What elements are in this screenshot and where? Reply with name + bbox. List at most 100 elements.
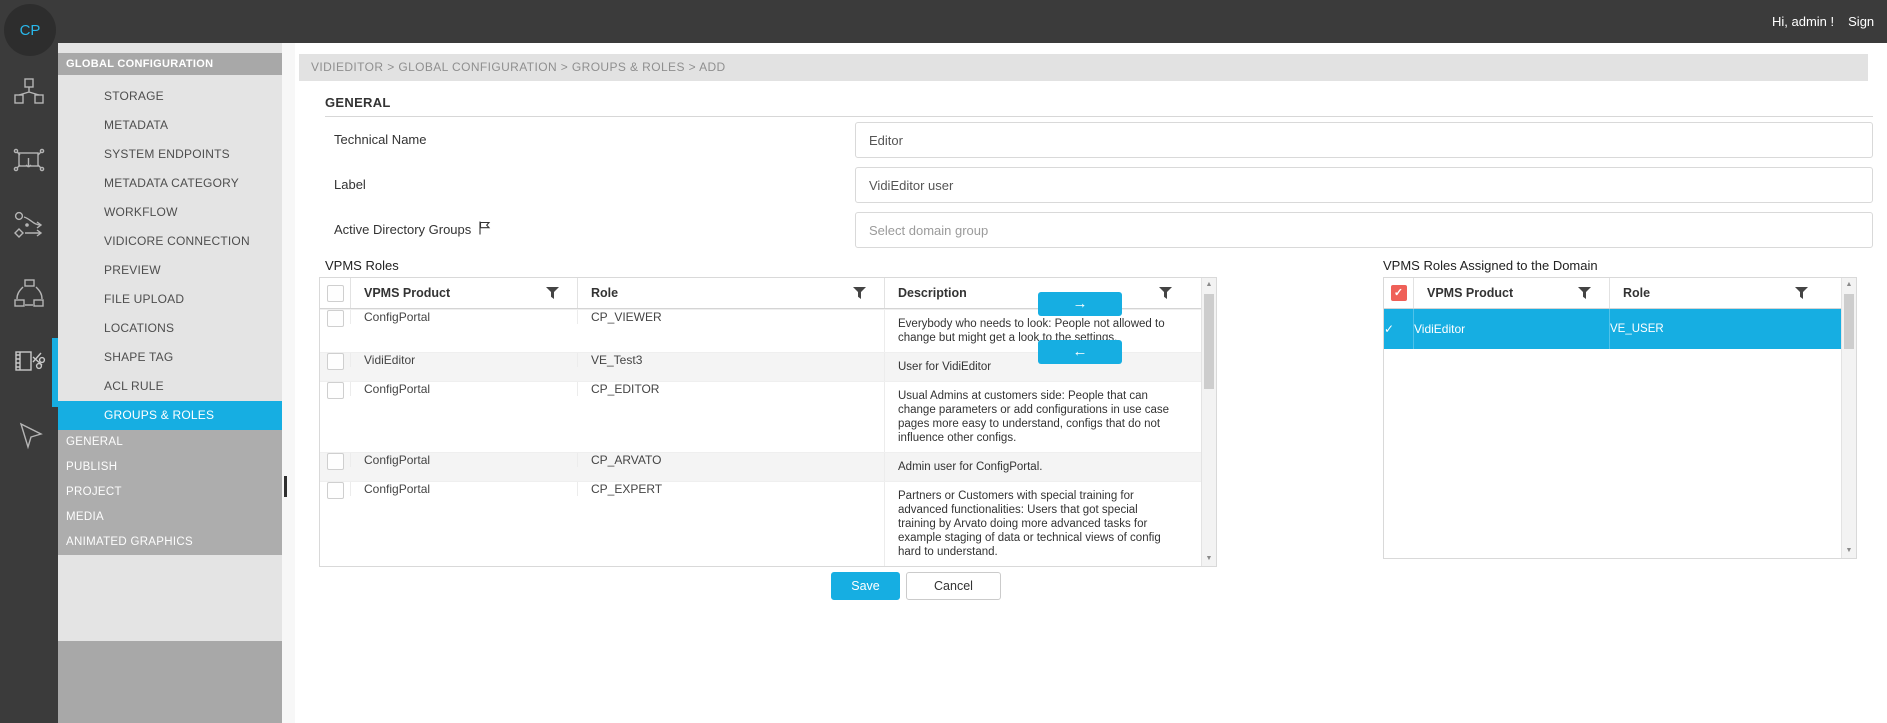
technical-name-label: Technical Name <box>334 131 427 149</box>
column-header-role-text: Role <box>591 286 618 300</box>
breadcrumb: VIDIEDITOR > GLOBAL CONFIGURATION > GROU… <box>299 54 1868 81</box>
nav-items: STORAGE METADATA SYSTEM ENDPOINTS METADA… <box>58 82 282 430</box>
select-all-checkbox-checked[interactable]: ✓ <box>1391 285 1407 301</box>
nav-item-metadata[interactable]: METADATA <box>58 111 282 140</box>
nav-item-workflow[interactable]: WORKFLOW <box>58 198 282 227</box>
unassign-role-button[interactable]: ← <box>1038 340 1122 364</box>
filter-icon[interactable] <box>1578 287 1591 299</box>
nav-item-preview[interactable]: PREVIEW <box>58 256 282 285</box>
nav-item-system-endpoints[interactable]: SYSTEM ENDPOINTS <box>58 140 282 169</box>
row-checkbox[interactable] <box>327 353 344 370</box>
top-bar: Hi, admin !Sign <box>0 0 1887 43</box>
scrollbar-thumb[interactable] <box>1204 294 1214 389</box>
nav-resize-handle[interactable] <box>284 476 287 497</box>
scrollbar-thumb[interactable] <box>1844 294 1854 349</box>
cell-role: VE_Test3 <box>577 353 884 367</box>
filter-icon[interactable] <box>1795 287 1808 299</box>
nav-section-publish[interactable]: PUBLISH <box>58 455 282 480</box>
column-header-vpms-product[interactable]: VPMS Product <box>350 278 577 308</box>
column-header-role[interactable]: Role <box>1609 278 1844 308</box>
panel-edge <box>282 43 295 723</box>
nav-item-metadata-category[interactable]: METADATA CATEGORY <box>58 169 282 198</box>
column-header-vpms-product-text: VPMS Product <box>1427 286 1513 300</box>
cancel-button[interactable]: Cancel <box>906 572 1001 600</box>
nav-sections: GENERAL PUBLISH PROJECT MEDIA ANIMATED G… <box>58 430 282 555</box>
nav-section-animated-graphics[interactable]: ANIMATED GRAPHICS <box>58 530 282 555</box>
icon-rail <box>0 43 58 723</box>
nav-item-acl-rule[interactable]: ACL RULE <box>58 372 282 401</box>
roles-table: VPMS Product Role Description ConfigPort… <box>319 277 1217 567</box>
filter-icon[interactable] <box>1159 287 1172 299</box>
user-area: Hi, admin !Sign <box>1772 0 1887 43</box>
column-header-role-text: Role <box>1623 286 1650 300</box>
nav-item-file-upload[interactable]: FILE UPLOAD <box>58 285 282 314</box>
assign-role-button[interactable]: → <box>1038 292 1122 316</box>
cell-description: Partners or Customers with special train… <box>884 482 1204 566</box>
config-portal-window: Hi, admin !Sign CP PROD INT TRANS DEV <box>0 0 1887 723</box>
media-edit-icon[interactable] <box>12 344 46 383</box>
assigned-table-scrollbar[interactable]: ▲ ▼ <box>1841 278 1856 558</box>
label-label: Label <box>334 176 366 194</box>
app-logo[interactable]: CP <box>4 4 56 56</box>
roles-table-title: VPMS Roles <box>325 258 399 273</box>
modules-icon[interactable] <box>12 76 46 115</box>
scroll-up-icon[interactable]: ▲ <box>1202 278 1216 292</box>
filter-icon[interactable] <box>853 287 866 299</box>
table-row[interactable]: ConfigPortal CP_EDITOR Usual Admins at c… <box>320 381 1216 452</box>
workflow-icon[interactable] <box>12 209 46 248</box>
nav-item-groups-roles[interactable]: GROUPS & ROLES <box>58 401 282 430</box>
cell-product: ConfigPortal <box>350 482 577 496</box>
label-input[interactable] <box>855 167 1873 203</box>
nav-item-locations[interactable]: LOCATIONS <box>58 314 282 343</box>
sign-out-link[interactable]: Sign <box>1848 14 1874 29</box>
cell-role: CP_ARVATO <box>577 453 884 467</box>
nav-item-storage[interactable]: STORAGE <box>58 82 282 111</box>
nav-item-vidicore-connection[interactable]: VIDICORE CONNECTION <box>58 227 282 256</box>
ad-groups-input[interactable] <box>855 212 1873 248</box>
column-header-description-text: Description <box>898 286 967 300</box>
assigned-roles-table: ✓ VPMS Product Role ✓ VidiEditor VE_USER… <box>1383 277 1857 559</box>
nav-footer-block <box>58 641 282 723</box>
assigned-table-row-selected[interactable]: ✓ VidiEditor VE_USER <box>1384 309 1856 349</box>
column-header-vpms-product-text: VPMS Product <box>364 286 450 300</box>
touch-config-icon[interactable] <box>12 143 46 182</box>
cell-product: ConfigPortal <box>350 453 577 467</box>
pointer-icon[interactable] <box>12 420 46 459</box>
cell-role: CP_EXPERT <box>577 482 884 496</box>
ad-groups-label-text: Active Directory Groups <box>334 221 471 239</box>
table-row[interactable]: ConfigPortal CP_ARVATO Admin user for Co… <box>320 452 1216 481</box>
flag-icon <box>478 221 491 240</box>
row-checkbox[interactable] <box>327 453 344 470</box>
cell-product: VidiEditor <box>1413 309 1609 349</box>
ad-groups-label: Active Directory Groups <box>334 221 491 239</box>
cell-role: CP_VIEWER <box>577 310 884 324</box>
column-header-role[interactable]: Role <box>577 278 884 308</box>
scroll-down-icon[interactable]: ▼ <box>1202 552 1216 566</box>
section-divider <box>325 116 1873 117</box>
active-rail-indicator <box>52 338 58 407</box>
technical-name-input[interactable] <box>855 122 1873 158</box>
save-button[interactable]: Save <box>831 572 900 600</box>
roles-table-scrollbar[interactable]: ▲ ▼ <box>1201 278 1216 566</box>
row-check-icon: ✓ <box>1384 322 1394 336</box>
nav-header-global-configuration: GLOBAL CONFIGURATION <box>58 53 282 75</box>
cell-product: VidiEditor <box>350 353 577 367</box>
nav-item-shape-tag[interactable]: SHAPE TAG <box>58 343 282 372</box>
scroll-up-icon[interactable]: ▲ <box>1842 278 1856 292</box>
select-all-checkbox[interactable] <box>327 285 344 302</box>
hierarchy-icon[interactable] <box>12 276 46 315</box>
technical-name-label-text: Technical Name <box>334 131 427 149</box>
label-label-text: Label <box>334 176 366 194</box>
assigned-table-title: VPMS Roles Assigned to the Domain <box>1383 258 1598 273</box>
filter-icon[interactable] <box>546 287 559 299</box>
cell-role: CP_EDITOR <box>577 382 884 396</box>
row-checkbox[interactable] <box>327 482 344 499</box>
nav-section-project[interactable]: PROJECT <box>58 480 282 505</box>
row-checkbox[interactable] <box>327 382 344 399</box>
nav-section-media[interactable]: MEDIA <box>58 505 282 530</box>
nav-section-general[interactable]: GENERAL <box>58 430 282 455</box>
row-checkbox[interactable] <box>327 310 344 327</box>
table-row[interactable]: ConfigPortal CP_EXPERT Partners or Custo… <box>320 481 1216 566</box>
scroll-down-icon[interactable]: ▼ <box>1842 544 1856 558</box>
column-header-vpms-product[interactable]: VPMS Product <box>1413 278 1609 308</box>
